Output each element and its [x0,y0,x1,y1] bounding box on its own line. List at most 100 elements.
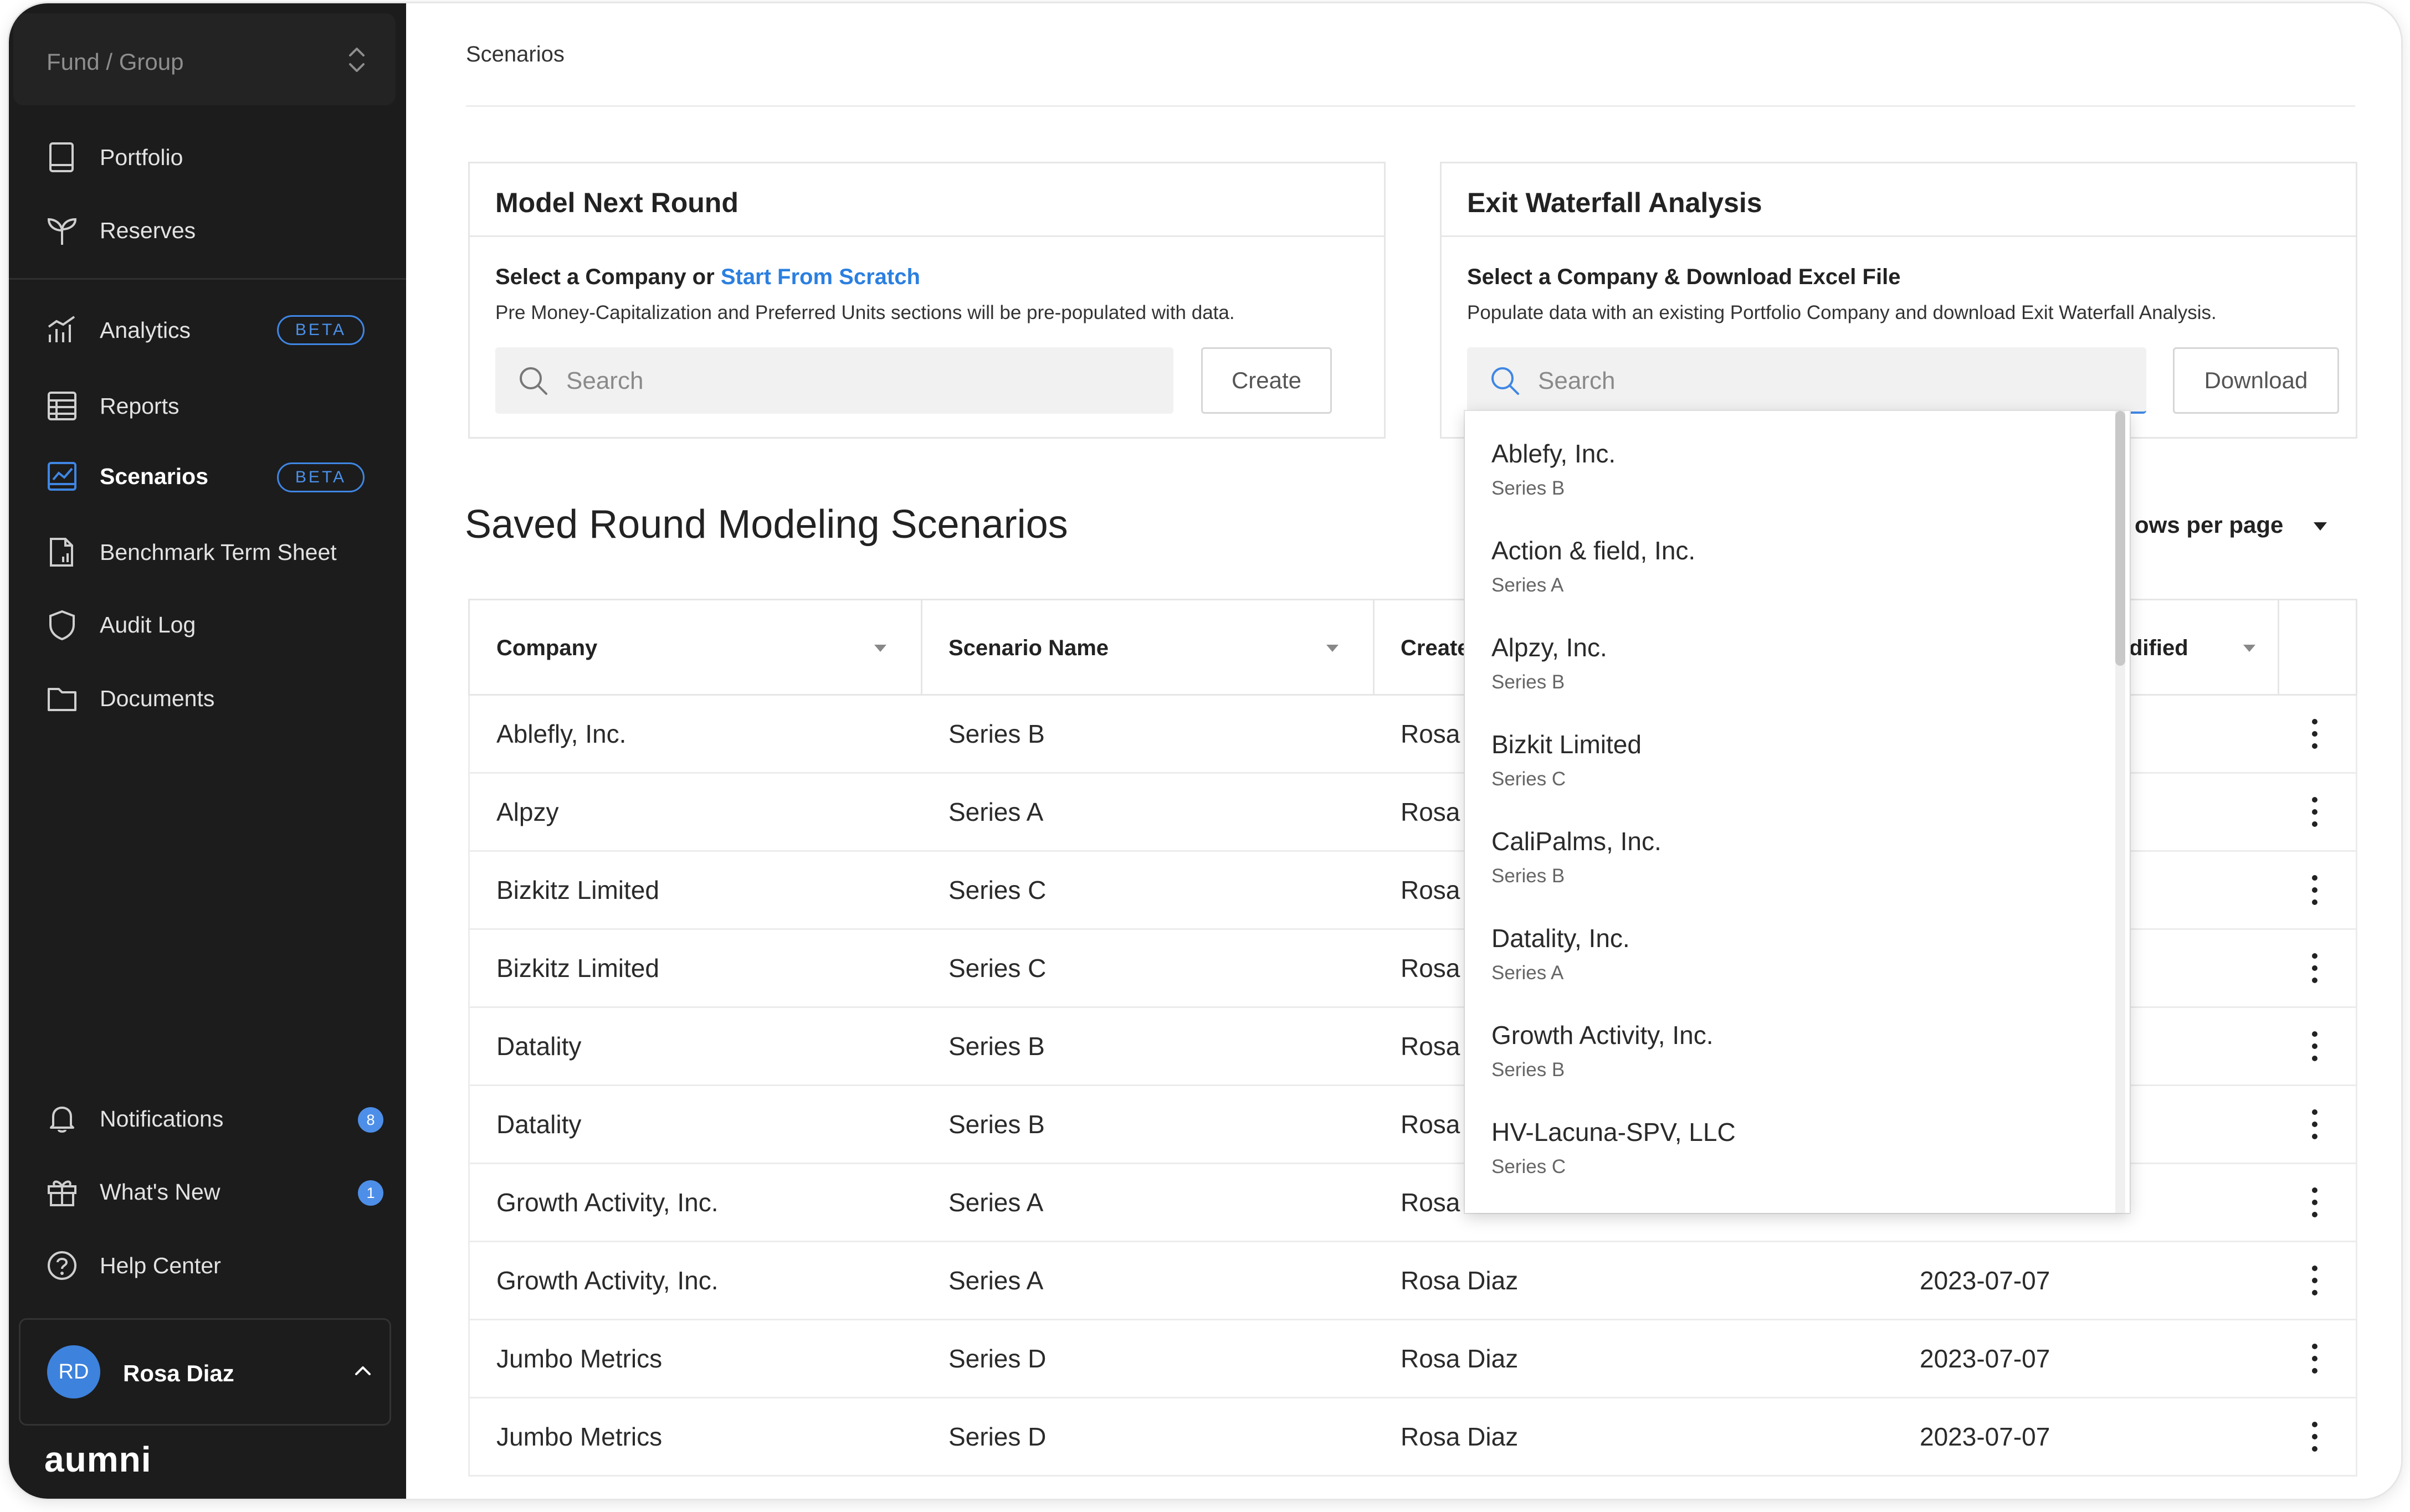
beta-badge: BETA [277,315,365,345]
sidebar-item-analytics[interactable]: Analytics [45,308,191,352]
created-by-cell: Rosa I [1401,1188,1474,1217]
sidebar-divider [9,278,406,280]
column-header-created-by[interactable]: Create [1401,600,1470,696]
modified-date-cell: 2023-07-07 [1920,1344,2050,1373]
sidebar-item-reserves[interactable]: Reserves [45,208,196,253]
sidebar-item-notifications[interactable]: Notifications [45,1097,223,1141]
sidebar-item-audit-log[interactable]: Audit Log [45,603,196,647]
company-option[interactable]: Bizkit Limited Series C [1465,702,2113,799]
table-row[interactable]: Jumbo Metrics Series D Rosa Diaz 2023-07-07 [468,1398,2357,1477]
sidebar-item-documents[interactable]: Documents [45,676,214,721]
company-cell: Bizkitz Limited [496,876,659,904]
sidebar-item-scenarios[interactable]: Scenarios [45,454,208,498]
search-icon [1491,367,1519,395]
modified-date-cell: 2023-07-07 [1920,1266,2050,1295]
sidebar-item-label: Documents [100,685,215,711]
more-options-icon[interactable] [2308,1341,2321,1376]
company-option[interactable]: HV-Lacuna-SPV, LLC Series C [1465,1089,2113,1186]
search-icon [520,367,547,395]
more-options-icon[interactable] [2308,950,2321,986]
sort-caret-icon[interactable] [873,642,888,654]
table-row[interactable]: Jumbo Metrics Series D Rosa Diaz 2023-07-07 [468,1320,2357,1398]
sort-caret-icon[interactable] [1325,642,1340,654]
folder-icon [45,682,79,715]
sidebar-item-benchmark-term-sheet[interactable]: Benchmark Term Sheet [45,530,337,574]
company-option[interactable]: Ablefy, Inc. Series B [1465,411,2113,508]
more-options-icon[interactable] [2308,794,2321,830]
create-button[interactable]: Create [1201,347,1332,414]
company-option[interactable]: CaliPalms, Inc. Series B [1465,799,2113,896]
created-by-cell: Rosa I [1401,719,1474,748]
sidebar: Fund / Group Portfolio Reserves Analytic… [9,3,406,1499]
chevron-up-icon[interactable] [352,1360,374,1382]
scrollbar-thumb[interactable] [2115,411,2125,666]
company-option-name: Datality, Inc. [1491,924,1630,953]
column-divider [921,600,922,696]
sidebar-item-label: Benchmark Term Sheet [100,539,337,565]
help-circle-icon [45,1249,79,1282]
company-option[interactable]: Datality, Inc. Series A [1465,896,2113,992]
book-icon [45,141,79,174]
exit-waterfall-search-input[interactable]: Search [1467,347,2146,414]
start-from-scratch-link[interactable]: Start From Scratch [721,265,920,289]
more-options-icon[interactable] [2308,1185,2321,1220]
search-placeholder: Search [1538,367,1616,394]
scenario-name-cell: Series A [948,798,1044,826]
table-icon [45,389,79,423]
sidebar-item-help-center[interactable]: Help Center [45,1243,221,1288]
card-header: Model Next Round [470,163,1384,237]
company-search-input[interactable]: Search [495,347,1173,414]
column-header-scenario-name[interactable]: Scenario Name [948,600,1109,696]
company-cell: Datality [496,1110,582,1139]
column-header-modified[interactable]: dified [2129,600,2188,696]
company-option-series: Series A [1491,962,1564,984]
rows-per-page-label[interactable]: ows per page [2135,512,2283,538]
bell-icon [45,1102,79,1135]
company-cell: Datality [496,1032,582,1061]
company-option-name: Bizkit Limited [1491,730,1642,759]
column-divider [1373,600,1375,696]
company-option-series: Series B [1491,865,1565,887]
company-cell: Growth Activity, Inc. [496,1188,719,1217]
caret-down-icon[interactable] [2312,520,2329,533]
more-options-icon[interactable] [2308,1107,2321,1142]
whats-new-count-badge: 1 [358,1180,383,1206]
more-options-icon[interactable] [2308,1419,2321,1454]
more-options-icon[interactable] [2308,716,2321,752]
fund-group-selector[interactable]: Fund / Group [13,13,396,105]
document-chart-icon [45,536,79,569]
company-option[interactable]: Alpzy, Inc. Series B [1465,605,2113,702]
card-subtitle: Select a Company & Download Excel File [1467,265,1901,289]
sort-caret-icon[interactable] [2242,642,2257,654]
company-option-name: CaliPalms, Inc. [1491,827,1662,856]
company-option-series: Series B [1491,671,1565,693]
column-header-company[interactable]: Company [496,600,597,696]
company-option-name: Growth Activity, Inc. [1491,1021,1714,1050]
brand-logo: aumni [44,1439,152,1479]
scenario-name-cell: Series C [948,876,1047,904]
scenario-name-cell: Series B [948,1110,1045,1139]
scenario-name-cell: Series B [948,1032,1045,1061]
sidebar-item-portfolio[interactable]: Portfolio [45,135,183,179]
company-option-name: Action & field, Inc. [1491,536,1696,565]
company-option[interactable]: Action & field, Inc. Series A [1465,508,2113,605]
download-button[interactable]: Download [2173,347,2339,414]
avatar: RD [47,1345,100,1398]
sidebar-item-whats-new[interactable]: What's New [45,1170,220,1214]
table-row[interactable]: Growth Activity, Inc. Series A Rosa Diaz 20… [468,1242,2357,1320]
scenario-name-cell: Series C [948,954,1047,983]
more-options-icon[interactable] [2308,1263,2321,1298]
user-menu[interactable]: RD Rosa Diaz [19,1318,391,1426]
more-options-icon[interactable] [2308,872,2321,908]
more-options-icon[interactable] [2308,1028,2321,1064]
card-title: Model Next Round [495,187,739,218]
company-option-series: Series A [1491,574,1564,596]
breadcrumb: Scenarios [466,42,565,66]
company-option[interactable]: Growth Activity, Inc. Series B [1465,992,2113,1089]
card-title: Exit Waterfall Analysis [1467,187,1762,218]
scenario-name-cell: Series A [948,1188,1044,1217]
sidebar-item-reports[interactable]: Reports [45,384,180,428]
scenario-name-cell: Series A [948,1266,1044,1295]
company-option-series: Series C [1491,1156,1566,1177]
scenario-name-cell: Series B [948,719,1045,748]
